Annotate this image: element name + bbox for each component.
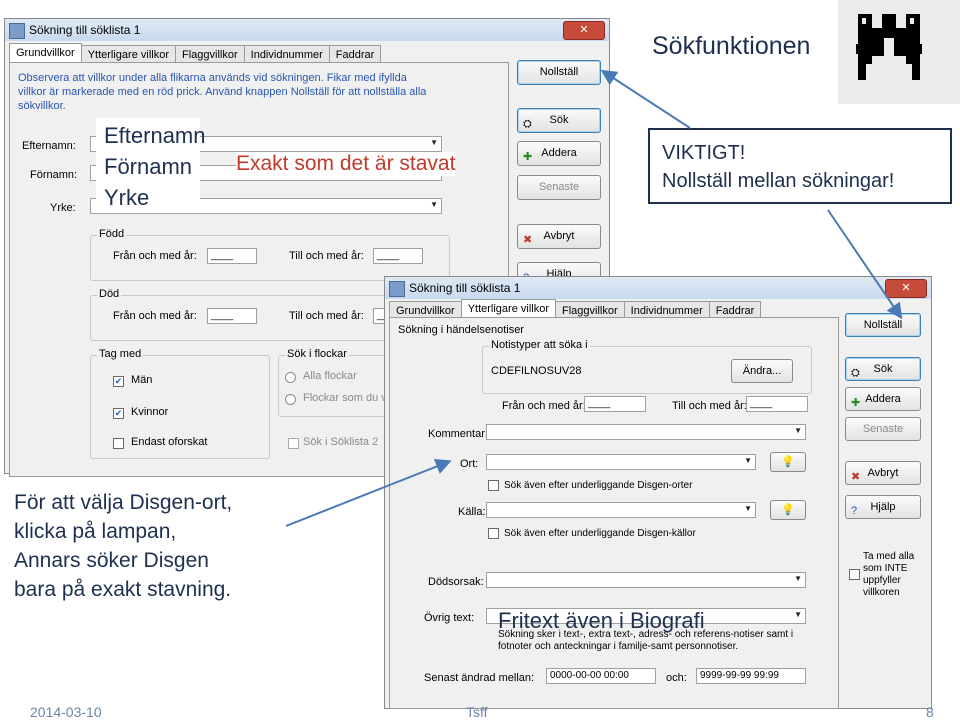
footer-page: 8	[926, 704, 934, 720]
arrows-overlay	[285, 69, 903, 527]
arrow-to-nollstall-2	[827, 209, 903, 320]
arrow-to-nollstall-1	[600, 69, 691, 129]
arrow-to-ort	[285, 458, 452, 527]
footer-center: Tsff	[466, 704, 488, 720]
footer-date: 2014-03-10	[30, 704, 102, 720]
